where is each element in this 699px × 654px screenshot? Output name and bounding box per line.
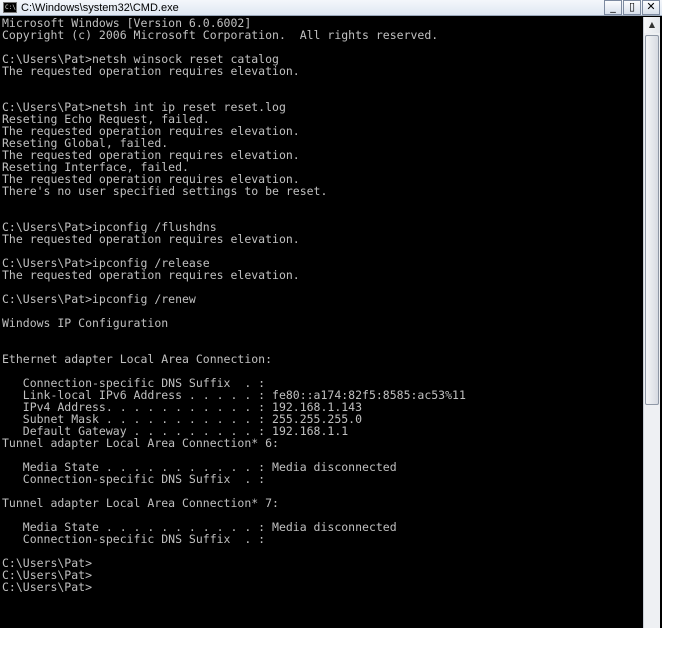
console-output[interactable]: Microsoft Windows [Version 6.0.6002] Cop… <box>0 17 643 628</box>
vertical-scrollbar[interactable]: ▲ <box>643 17 660 628</box>
console-line: Copyright (c) 2006 Microsoft Corporation… <box>2 28 439 42</box>
window-title: C:\Windows\system32\CMD.exe <box>21 2 179 14</box>
scroll-up-arrow-icon[interactable]: ▲ <box>644 17 660 33</box>
console-line: Windows IP Configuration <box>2 316 169 330</box>
console-line: C:\Users\Pat>ipconfig /renew <box>2 292 196 306</box>
console-line: Connection-specific DNS Suffix . : <box>2 532 266 546</box>
minimize-button[interactable]: _ <box>604 0 622 15</box>
caption-buttons: _ ▯ ✕ <box>603 0 660 15</box>
console-line: Connection-specific DNS Suffix . : <box>2 472 266 486</box>
console-line: There's no user specified settings to be… <box>2 184 328 198</box>
title-bar[interactable]: C:\ C:\Windows\system32\CMD.exe _ ▯ ✕ <box>0 0 662 16</box>
close-button[interactable]: ✕ <box>642 0 660 15</box>
cmd-window: C:\ C:\Windows\system32\CMD.exe _ ▯ ✕ Mi… <box>0 0 662 628</box>
console-line: C:\Users\Pat> <box>2 580 93 594</box>
console-line: The requested operation requires elevati… <box>2 232 300 246</box>
console-line: Tunnel adapter Local Area Connection* 6: <box>2 436 279 450</box>
console-line: Tunnel adapter Local Area Connection* 7: <box>2 496 279 510</box>
console-line: The requested operation requires elevati… <box>2 64 300 78</box>
cmd-icon: C:\ <box>3 2 17 13</box>
console-line: Ethernet adapter Local Area Connection: <box>2 352 273 366</box>
scroll-thumb[interactable] <box>645 35 659 405</box>
maximize-button[interactable]: ▯ <box>623 0 641 15</box>
console-line: The requested operation requires elevati… <box>2 268 300 282</box>
console-text: Microsoft Windows [Version 6.0.6002] Cop… <box>0 17 643 593</box>
